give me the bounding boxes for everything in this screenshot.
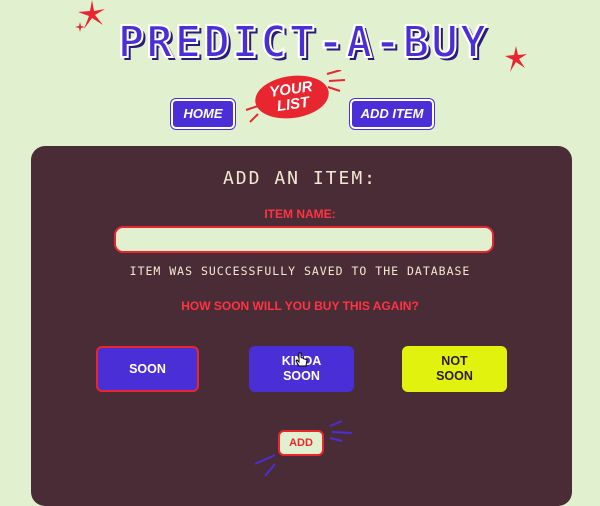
option-not-soon-button[interactable]: NOT SOON — [402, 346, 507, 392]
option-soon-label: SOON — [129, 361, 166, 376]
option-soon-button[interactable]: SOON — [96, 346, 199, 392]
burst-lines-icon — [329, 420, 353, 442]
form-heading: ADD AN ITEM: — [222, 168, 378, 189]
your-list-label-line2: LIST — [275, 93, 311, 116]
burst-lines-icon — [254, 454, 276, 476]
option-not-soon-label-line1: NOT — [441, 354, 468, 368]
pointer-cursor-icon — [295, 352, 308, 367]
nav-home-button[interactable]: HOME — [171, 99, 235, 129]
sparkle-icon — [75, 22, 85, 32]
item-name-input[interactable] — [114, 226, 494, 253]
frequency-question: HOW SOON WILL YOU BUY THIS AGAIN? — [181, 299, 419, 313]
option-not-soon-label-line2: SOON — [436, 369, 473, 383]
nav-your-list-button[interactable]: YOUR LIST — [252, 71, 332, 123]
item-name-label: ITEM NAME: — [264, 207, 336, 221]
add-button[interactable]: ADD — [278, 430, 324, 456]
app-logo: PREDICT-A-BUY — [117, 17, 489, 69]
burst-lines-icon — [326, 70, 346, 92]
option-kinda-soon-label-line2: SOON — [283, 369, 320, 383]
sparkle-icon — [505, 46, 527, 72]
nav-add-item-button[interactable]: ADD ITEM — [350, 99, 434, 129]
burst-lines-icon — [245, 105, 259, 123]
success-message: ITEM WAS SUCCESSFULLY SAVED TO THE DATAB… — [129, 264, 471, 278]
